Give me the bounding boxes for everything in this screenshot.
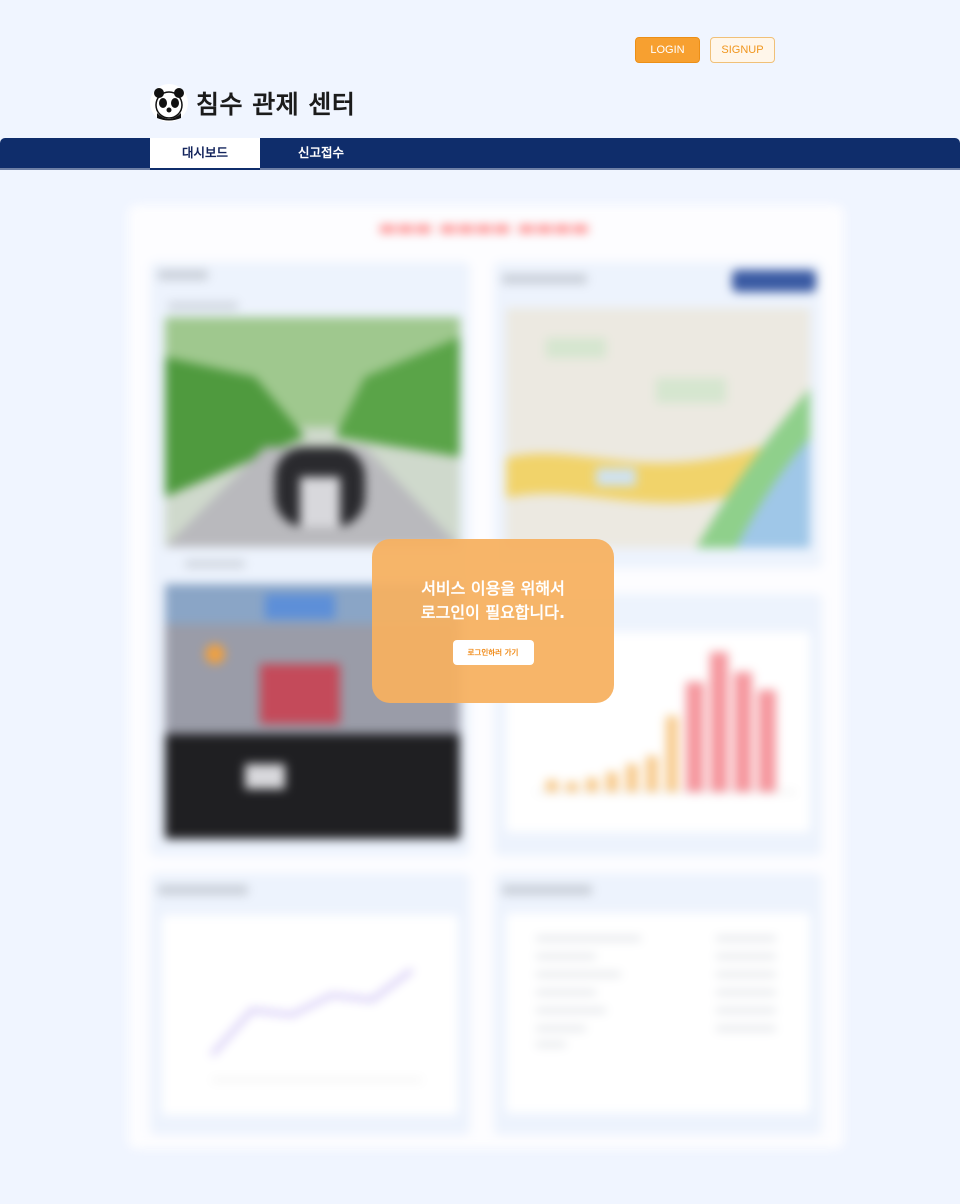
go-to-login-button[interactable]: 로그인하러 가기 — [452, 640, 534, 665]
auth-buttons: LOGIN SIGNUP — [635, 37, 775, 63]
table-card — [494, 873, 822, 1135]
signup-button[interactable]: SIGNUP — [710, 37, 775, 63]
line-chart-image — [210, 968, 422, 1081]
tab-dashboard[interactable]: 대시보드 — [150, 138, 260, 170]
login-required-message: 서비스 이용을 위해서 로그인이 필요합니다. — [420, 579, 566, 622]
site-title: 침수 관제 센터 — [196, 90, 356, 119]
map-image — [506, 308, 810, 548]
site-logo[interactable]: 침수 관제 센터 — [150, 84, 355, 122]
dashboard-alert-title: ▬▬▬ ▬▬▬▬ ▬▬▬▬ — [378, 217, 590, 239]
panda-icon — [150, 84, 188, 122]
login-required-modal: 서비스 이용을 위해서 로그인이 필요합니다. 로그인하러 가기 — [372, 539, 614, 703]
tab-report[interactable]: 신고접수 — [270, 138, 372, 170]
cctv-image-tunnel — [165, 317, 460, 547]
main-nav: 대시보드 신고접수 — [0, 138, 960, 170]
map-card — [494, 262, 822, 568]
login-button[interactable]: LOGIN — [635, 37, 700, 63]
line-chart-card — [150, 873, 470, 1135]
map-action-button — [732, 270, 816, 292]
